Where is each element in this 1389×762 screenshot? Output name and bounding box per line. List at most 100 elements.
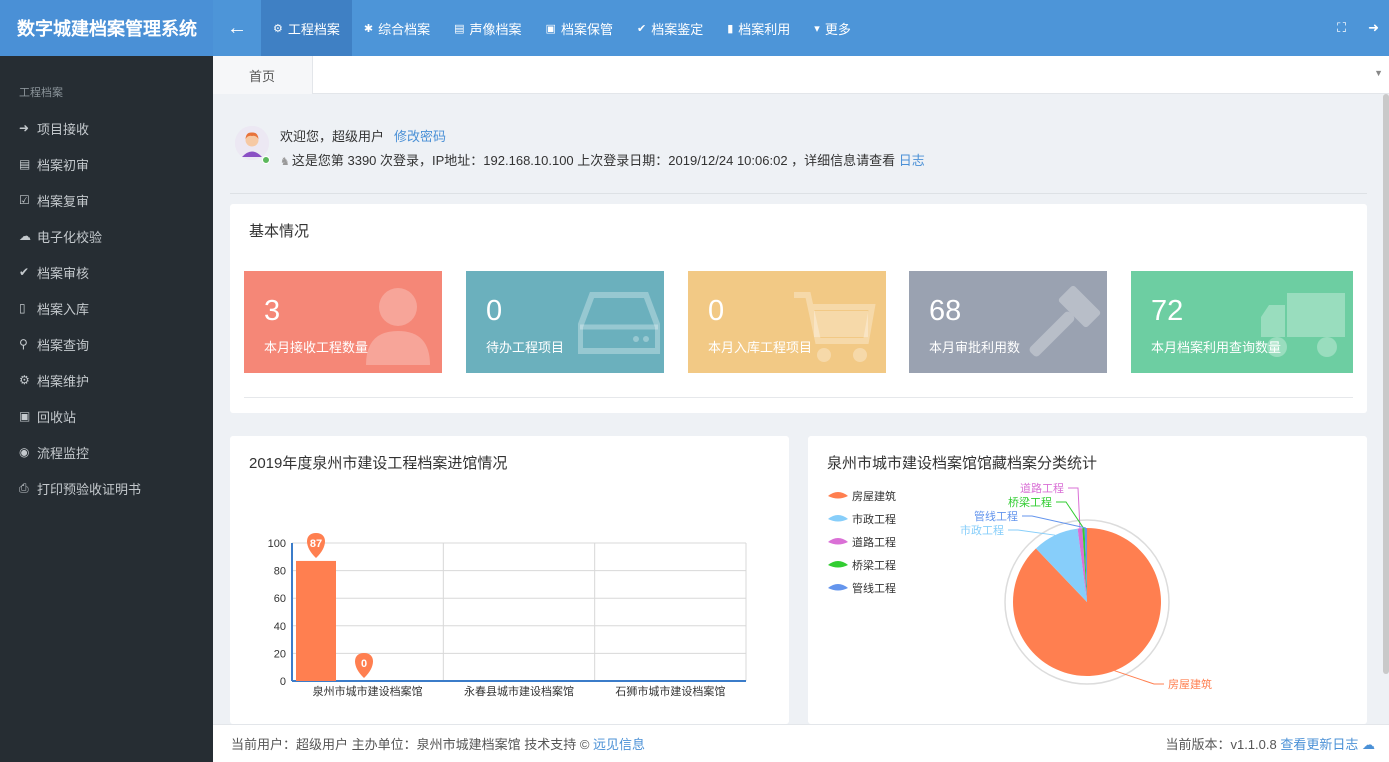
pie-label: 房屋建筑 (1168, 677, 1212, 691)
caret-down-icon[interactable]: ▼ (1374, 68, 1383, 78)
basic-info-title: 基本情况 (249, 223, 310, 240)
tab-engineering-archive[interactable]: ⚙ 工程档案 (261, 0, 352, 56)
welcome-section: 欢迎您，超级用户 修改密码 ♞ 这是您第 3390 次登录，IP地址：192.168… (230, 120, 1367, 194)
footer: 当前用户：超级用户 主办单位：泉州市城建档案馆 技术支持 © 远见信息 当前版本… (213, 724, 1389, 762)
pie-legend: 房屋建筑市政工程道路工程桥梁工程管线工程 (828, 489, 896, 595)
tab-archive-appraisal[interactable]: ✔ 档案鉴定 (625, 0, 715, 56)
avatar (235, 126, 269, 160)
page-tabs: 首页 ▼ (213, 56, 1389, 94)
stat-card-approved-uses[interactable]: 68 本月审批利用数 (909, 271, 1107, 373)
calendar-plus-icon: ▤ (19, 157, 31, 171)
change-password-link[interactable]: 修改密码 (394, 129, 446, 144)
top-right-tools: ⛶ ➜ (1337, 0, 1379, 56)
stat-label: 待办工程项目 (486, 340, 565, 355)
greeting-text: 欢迎您，超级用户 (280, 129, 385, 144)
sidebar-item-digital-check[interactable]: ☁ 电子化校验 (0, 218, 213, 254)
legend-marker (828, 515, 848, 522)
pie-chart-panel: 泉州市城市建设档案馆馆藏档案分类统计 房屋建筑 市政工程 道路工程 桥梁工程 管线工程 … (808, 436, 1367, 724)
stat-value: 0 (708, 295, 725, 327)
archive-icon: ▣ (545, 22, 556, 35)
bar-chart-marks: 87 0 (296, 532, 373, 681)
tab-audiovisual-archive[interactable]: ▤ 声像档案 (442, 0, 533, 56)
support-link[interactable]: 远见信息 (593, 737, 645, 752)
sidebar-item-print-certificate[interactable]: ⎙ 打印预验收证明书 (0, 470, 213, 506)
print-icon: ⎙ (19, 480, 29, 495)
app-title: 数字城建档案管理系统 (0, 0, 213, 56)
sidebar-item-second-review[interactable]: ☑ 档案复审 (0, 182, 213, 218)
hdd-icon (578, 292, 660, 354)
gear-icon: ⚙ (19, 373, 30, 387)
logout-icon[interactable]: ➜ (1368, 20, 1379, 36)
sidebar-item-recycle-bin[interactable]: ▣ 回收站 (0, 398, 213, 434)
log-link[interactable]: 日志 (899, 153, 925, 168)
sidebar-item-archive-maintain[interactable]: ⚙ 档案维护 (0, 362, 213, 398)
bar-chart-y-ticks: 0 20 40 60 80 100 (268, 538, 286, 688)
stat-label: 本月审批利用数 (929, 340, 1021, 355)
data-label: 87 (310, 538, 322, 550)
pie-chart: 房屋建筑市政工程道路工程桥梁工程管线工程 房屋建筑市政工程道路工程桥梁工程管线工… (828, 481, 1212, 691)
sidebar-item-first-review[interactable]: ▤ 档案初审 (0, 146, 213, 182)
stat-value: 72 (1151, 295, 1184, 327)
tab-archive-storage[interactable]: ▣ 档案保管 (534, 0, 625, 56)
stat-card-received-projects[interactable]: 3 本月接收工程数量 (244, 271, 442, 373)
basic-info-panel: 基本情况 3 本月接收工程数量 0 待办工程项目 0 本月入库工程项目 68 本… (230, 204, 1367, 413)
tab-archive-use[interactable]: ▮ 档案利用 (715, 0, 802, 56)
login-info-line: ♞ 这是您第 3390 次登录，IP地址：192.168.10.100 上次登录日… (280, 150, 925, 169)
stat-label: 本月接收工程数量 (264, 340, 369, 355)
check-circle-icon: ✔ (636, 22, 647, 35)
calendar-check-icon: ☑ (19, 193, 30, 207)
legend-label: 桥梁工程 (852, 558, 896, 572)
legend-label: 市政工程 (852, 512, 896, 526)
cloud-upload-icon[interactable]: ☁ (1362, 737, 1375, 752)
y-tick-label: 60 (274, 593, 286, 605)
login-info-text: 这是您第 3390 次登录，IP地址：192.168.10.100 上次登录日期… (291, 153, 896, 168)
sidebar-item-archive-query[interactable]: ⚲ 档案查询 (0, 326, 213, 362)
bar (296, 560, 336, 681)
welcome-line: 欢迎您，超级用户 修改密码 (280, 126, 446, 145)
sidebar-item-process-monitor[interactable]: ◉ 流程监控 (0, 434, 213, 470)
sidebar-item-project-receive[interactable]: ➜ 项目接收 (0, 110, 213, 146)
asterisk-icon: ✱ (363, 22, 374, 35)
legend-label: 房屋建筑 (852, 489, 896, 503)
legend-marker (828, 561, 848, 568)
tab-more[interactable]: ▾ 更多 (802, 0, 863, 56)
pie-label: 道路工程 (1020, 481, 1064, 495)
sidebar: 工程档案 ➜ 项目接收 ▤ 档案初审 ☑ 档案复审 ☁ 电子化校验 ✔ 档案审核 ▯ 档案入… (0, 56, 213, 762)
changelog-link[interactable]: 查看更新日志 (1280, 737, 1358, 752)
legend-marker (828, 492, 848, 499)
tab-home[interactable]: 首页 (213, 56, 313, 94)
bookmark-icon: ▮ (727, 22, 734, 35)
stat-value: 0 (486, 295, 503, 327)
pie-label: 桥梁工程 (1008, 495, 1052, 509)
footer-right: 当前版本：v1.1.0.8 查看更新日志 ☁ (1165, 734, 1375, 753)
bar-chart: 0 20 40 60 80 100 泉州市城市建设档案馆 永春县城市建设档案馆 石狮市城市建设… (268, 532, 747, 698)
arrow-right-icon: ➜ (19, 121, 30, 135)
arrow-left-icon[interactable]: ← (213, 0, 261, 56)
divider (244, 397, 1353, 398)
main-content: 欢迎您，超级用户 修改密码 ♞ 这是您第 3390 次登录，IP地址：192.168… (213, 94, 1383, 724)
online-status-dot (262, 156, 270, 164)
gear-icon: ⚙ (273, 22, 283, 35)
sidebar-section-title: 工程档案 (19, 87, 63, 99)
stat-card-stored-projects[interactable]: 0 本月入库工程项目 (688, 271, 886, 373)
tab-comprehensive-archive[interactable]: ✱ 综合档案 (352, 0, 442, 56)
y-tick-label: 80 (274, 566, 286, 578)
trash-icon: ▣ (19, 409, 31, 423)
x-tick-label: 泉州市城市建设档案馆 (313, 684, 423, 698)
legend-marker (828, 538, 848, 545)
fullscreen-icon[interactable]: ⛶ (1337, 20, 1346, 36)
legend-label: 道路工程 (852, 535, 896, 549)
stat-card-pending-projects[interactable]: 0 待办工程项目 (466, 271, 664, 373)
pie-label: 市政工程 (960, 523, 1004, 537)
scrollbar[interactable] (1383, 94, 1389, 674)
y-tick-label: 20 (274, 648, 286, 660)
film-icon: ▤ (454, 22, 465, 35)
legend-label: 管线工程 (852, 581, 896, 595)
y-tick-label: 40 (274, 621, 286, 633)
stat-value: 68 (929, 295, 962, 327)
footer-info: 当前用户：超级用户 主办单位：泉州市城建档案馆 技术支持 © (231, 737, 590, 752)
sidebar-item-archive-storage[interactable]: ▯ 档案入库 (0, 290, 213, 326)
pie-leader-line (1114, 670, 1164, 685)
sidebar-item-archive-audit[interactable]: ✔ 档案审核 (0, 254, 213, 290)
stat-card-monthly-queries[interactable]: 72 本月档案利用查询数量 (1131, 271, 1353, 373)
